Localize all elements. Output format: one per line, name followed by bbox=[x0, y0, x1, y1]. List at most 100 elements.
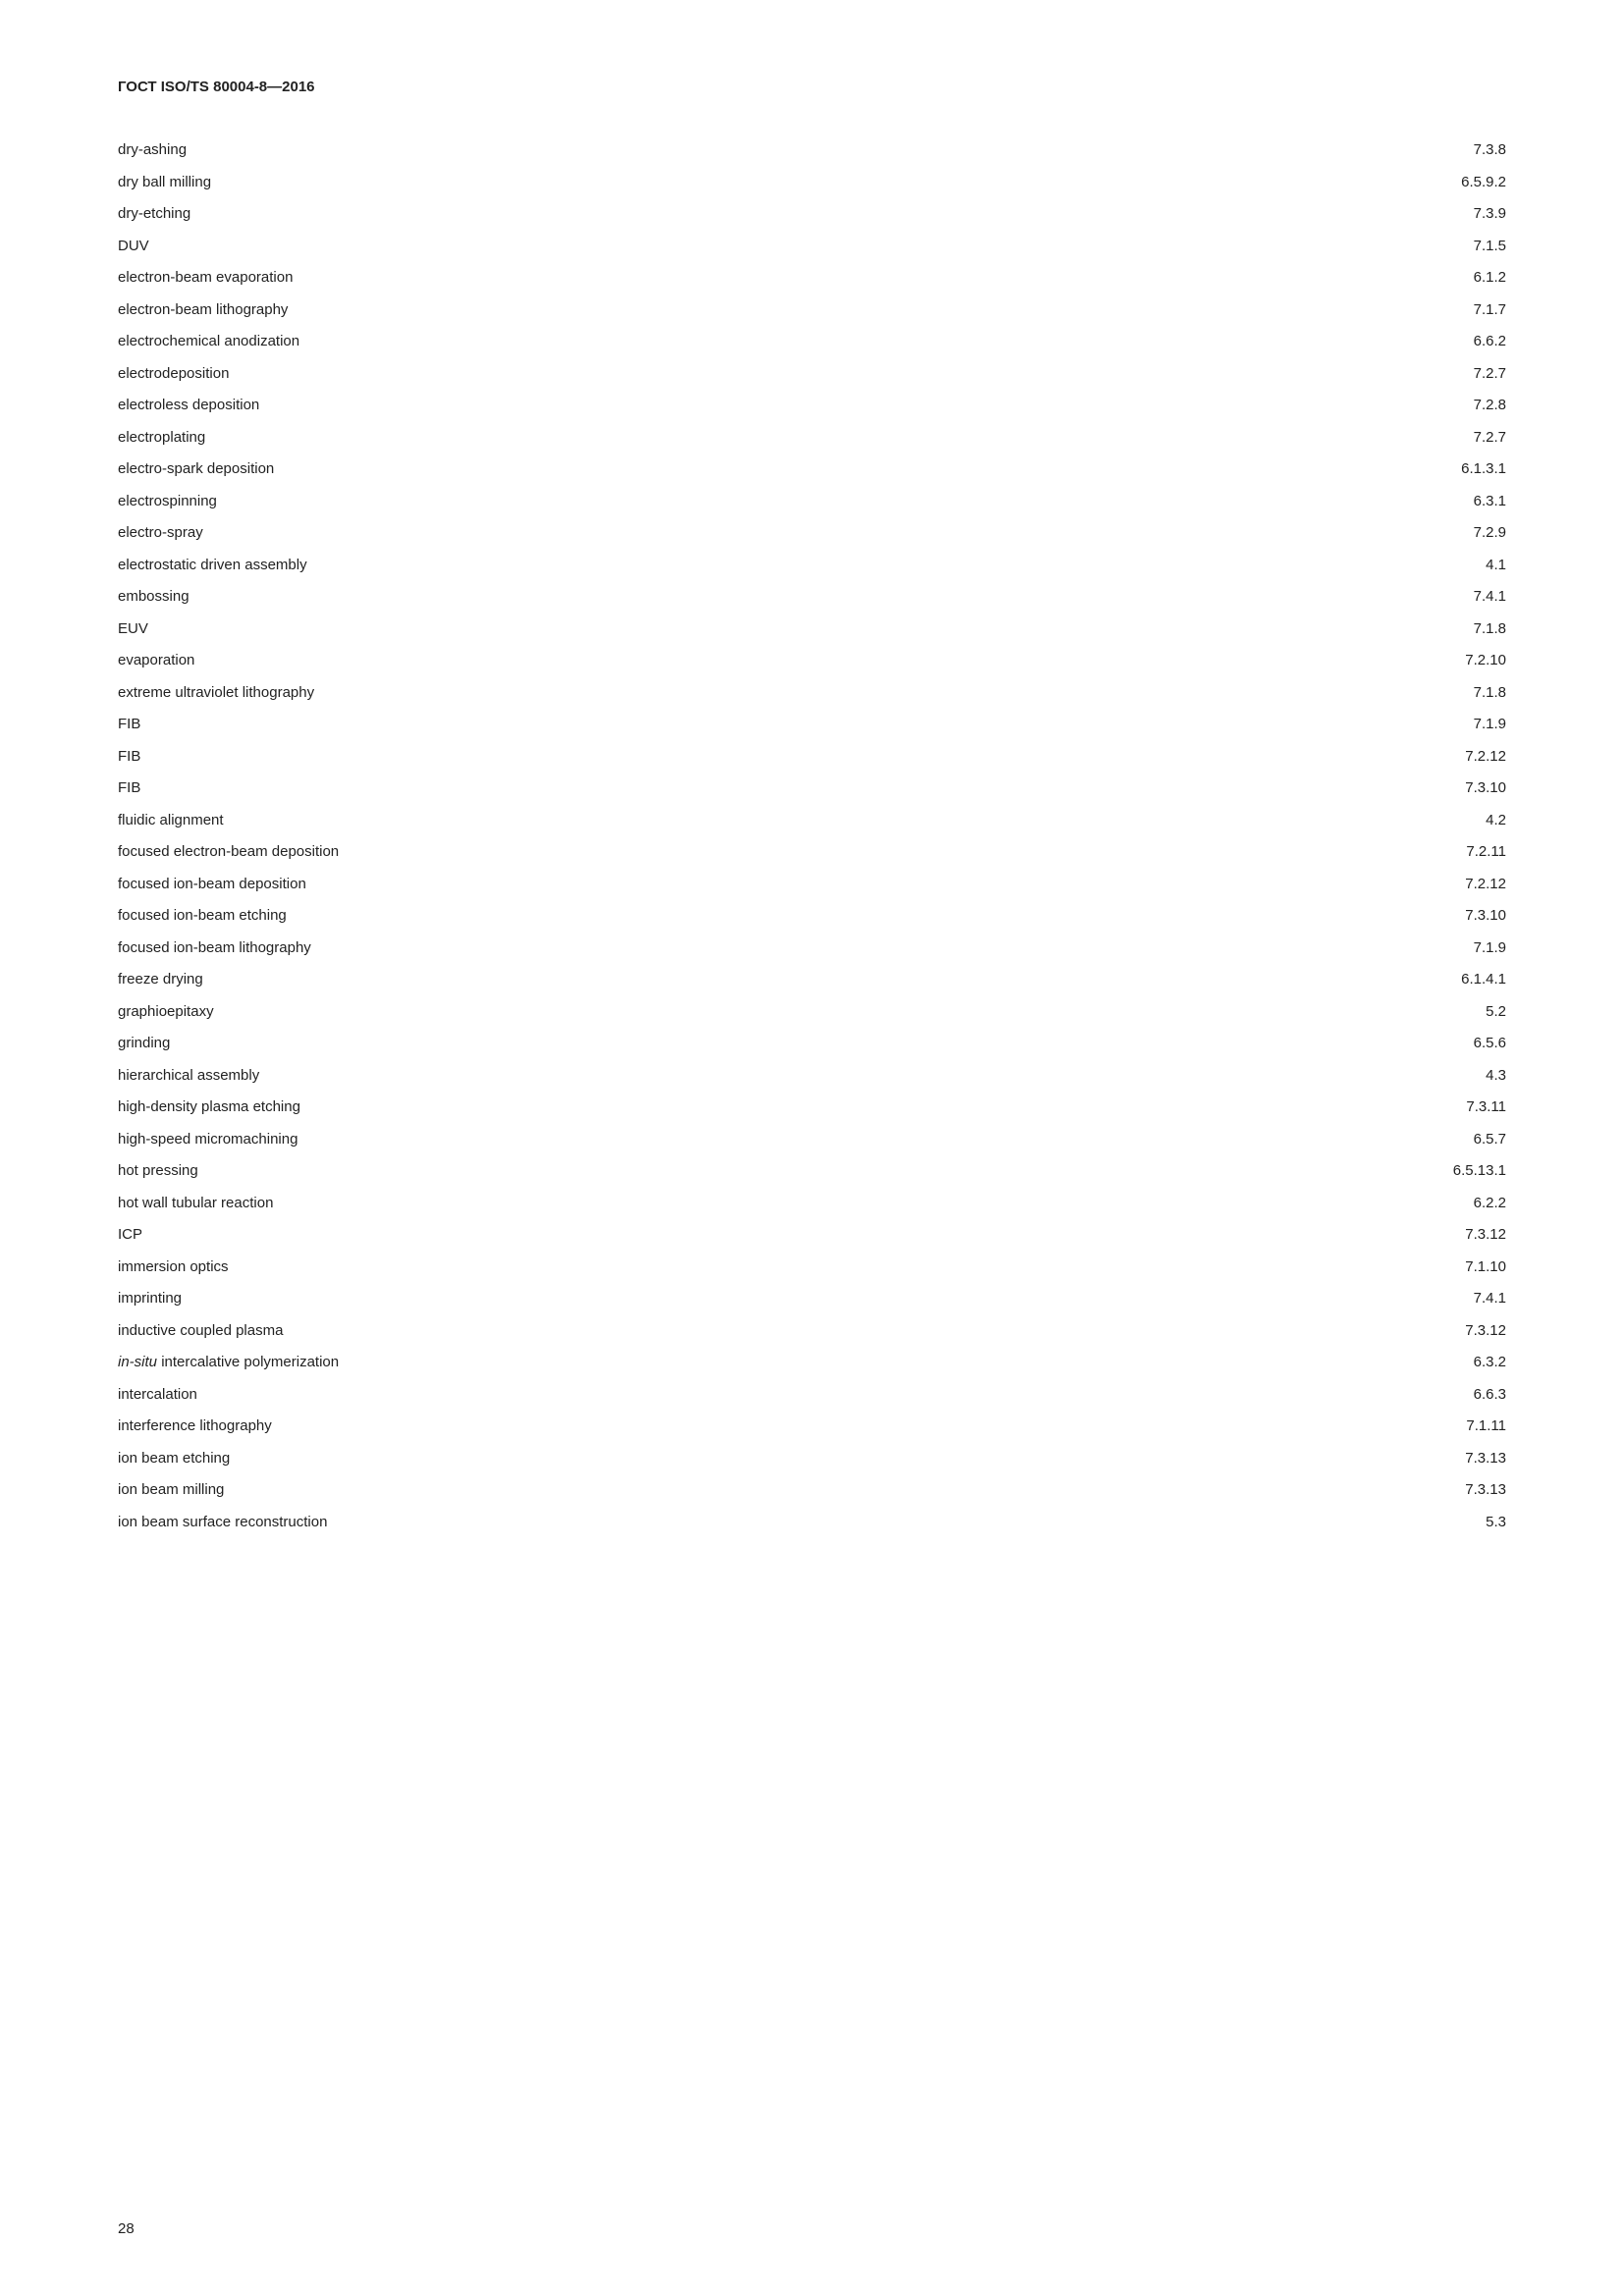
table-row: hot pressing6.5.13.1 bbox=[118, 1155, 1506, 1188]
table-row: embossing7.4.1 bbox=[118, 581, 1506, 614]
ref-cell: 4.3 bbox=[1090, 1060, 1506, 1093]
term-cell: focused electron-beam deposition bbox=[118, 836, 1090, 869]
term-cell: evaporation bbox=[118, 645, 1090, 677]
term-cell: ion beam milling bbox=[118, 1474, 1090, 1507]
page-number: 28 bbox=[118, 2220, 135, 2237]
table-row: FIB7.3.10 bbox=[118, 773, 1506, 805]
term-cell: fluidic alignment bbox=[118, 805, 1090, 837]
table-row: electroplating7.2.7 bbox=[118, 422, 1506, 454]
ref-cell: 7.3.12 bbox=[1090, 1219, 1506, 1252]
ref-cell: 6.1.2 bbox=[1090, 262, 1506, 294]
table-row: intercalation6.6.3 bbox=[118, 1379, 1506, 1412]
ref-cell: 6.1.3.1 bbox=[1090, 454, 1506, 486]
term-cell: electro-spark deposition bbox=[118, 454, 1090, 486]
ref-cell: 7.3.10 bbox=[1090, 900, 1506, 933]
ref-cell: 7.2.9 bbox=[1090, 517, 1506, 550]
table-row: inductive coupled plasma7.3.12 bbox=[118, 1315, 1506, 1348]
ref-cell: 7.2.7 bbox=[1090, 358, 1506, 391]
table-row: graphioepitaxy5.2 bbox=[118, 996, 1506, 1029]
ref-cell: 6.6.2 bbox=[1090, 326, 1506, 358]
table-row: ion beam milling7.3.13 bbox=[118, 1474, 1506, 1507]
table-row: electrostatic driven assembly4.1 bbox=[118, 550, 1506, 582]
table-row: electron-beam lithography7.1.7 bbox=[118, 294, 1506, 327]
term-cell: EUV bbox=[118, 614, 1090, 646]
term-cell: extreme ultraviolet lithography bbox=[118, 677, 1090, 710]
ref-cell: 7.1.8 bbox=[1090, 614, 1506, 646]
term-cell: graphioepitaxy bbox=[118, 996, 1090, 1029]
table-row: ion beam etching7.3.13 bbox=[118, 1443, 1506, 1475]
page: ГОСТ ISO/TS 80004-8—2016 dry-ashing7.3.8… bbox=[0, 0, 1624, 2296]
table-row: hot wall tubular reaction6.2.2 bbox=[118, 1188, 1506, 1220]
table-row: dry-etching7.3.9 bbox=[118, 198, 1506, 231]
ref-cell: 7.3.13 bbox=[1090, 1474, 1506, 1507]
table-row: dry-ashing7.3.8 bbox=[118, 134, 1506, 167]
ref-cell: 6.3.1 bbox=[1090, 486, 1506, 518]
table-row: electrochemical anodization6.6.2 bbox=[118, 326, 1506, 358]
term-cell: electroless deposition bbox=[118, 390, 1090, 422]
ref-cell: 6.5.9.2 bbox=[1090, 167, 1506, 199]
term-cell: interference lithography bbox=[118, 1411, 1090, 1443]
term-cell: electron-beam lithography bbox=[118, 294, 1090, 327]
ref-cell: 7.1.10 bbox=[1090, 1252, 1506, 1284]
term-cell: immersion optics bbox=[118, 1252, 1090, 1284]
term-cell: dry ball milling bbox=[118, 167, 1090, 199]
table-row: focused ion-beam etching7.3.10 bbox=[118, 900, 1506, 933]
table-row: ion beam surface reconstruction5.3 bbox=[118, 1507, 1506, 1539]
table-row: focused ion-beam lithography7.1.9 bbox=[118, 933, 1506, 965]
ref-cell: 7.1.8 bbox=[1090, 677, 1506, 710]
ref-cell: 4.2 bbox=[1090, 805, 1506, 837]
ref-cell: 7.1.5 bbox=[1090, 231, 1506, 263]
term-cell: dry-ashing bbox=[118, 134, 1090, 167]
table-row: electron-beam evaporation6.1.2 bbox=[118, 262, 1506, 294]
term-cell: electrostatic driven assembly bbox=[118, 550, 1090, 582]
term-cell: dry-etching bbox=[118, 198, 1090, 231]
table-row: electro-spray7.2.9 bbox=[118, 517, 1506, 550]
ref-cell: 7.1.9 bbox=[1090, 933, 1506, 965]
ref-cell: 7.3.12 bbox=[1090, 1315, 1506, 1348]
ref-cell: 7.3.9 bbox=[1090, 198, 1506, 231]
term-cell: electrochemical anodization bbox=[118, 326, 1090, 358]
term-cell: DUV bbox=[118, 231, 1090, 263]
term-cell: hot wall tubular reaction bbox=[118, 1188, 1090, 1220]
term-cell: focused ion-beam etching bbox=[118, 900, 1090, 933]
table-row: electro-spark deposition6.1.3.1 bbox=[118, 454, 1506, 486]
term-cell: electro-spray bbox=[118, 517, 1090, 550]
term-cell: high-density plasma etching bbox=[118, 1092, 1090, 1124]
table-row: focused electron-beam deposition7.2.11 bbox=[118, 836, 1506, 869]
ref-cell: 7.1.9 bbox=[1090, 709, 1506, 741]
term-cell: hot pressing bbox=[118, 1155, 1090, 1188]
table-row: evaporation7.2.10 bbox=[118, 645, 1506, 677]
table-row: imprinting7.4.1 bbox=[118, 1283, 1506, 1315]
ref-cell: 6.6.3 bbox=[1090, 1379, 1506, 1412]
term-cell: ion beam surface reconstruction bbox=[118, 1507, 1090, 1539]
ref-cell: 7.2.12 bbox=[1090, 741, 1506, 774]
term-cell: FIB bbox=[118, 741, 1090, 774]
ref-cell: 7.4.1 bbox=[1090, 1283, 1506, 1315]
ref-cell: 7.3.13 bbox=[1090, 1443, 1506, 1475]
term-cell: embossing bbox=[118, 581, 1090, 614]
ref-cell: 5.3 bbox=[1090, 1507, 1506, 1539]
ref-cell: 7.2.10 bbox=[1090, 645, 1506, 677]
term-cell: hierarchical assembly bbox=[118, 1060, 1090, 1093]
term-cell: FIB bbox=[118, 709, 1090, 741]
table-row: fluidic alignment4.2 bbox=[118, 805, 1506, 837]
term-cell: ICP bbox=[118, 1219, 1090, 1252]
term-cell: inductive coupled plasma bbox=[118, 1315, 1090, 1348]
ref-cell: 5.2 bbox=[1090, 996, 1506, 1029]
table-row: electrodeposition7.2.7 bbox=[118, 358, 1506, 391]
term-cell: freeze drying bbox=[118, 964, 1090, 996]
ref-cell: 7.3.8 bbox=[1090, 134, 1506, 167]
table-row: immersion optics7.1.10 bbox=[118, 1252, 1506, 1284]
table-row: freeze drying6.1.4.1 bbox=[118, 964, 1506, 996]
term-cell: focused ion-beam lithography bbox=[118, 933, 1090, 965]
index-table: dry-ashing7.3.8dry ball milling6.5.9.2dr… bbox=[118, 134, 1506, 1538]
table-row: ICP7.3.12 bbox=[118, 1219, 1506, 1252]
table-row: EUV7.1.8 bbox=[118, 614, 1506, 646]
term-cell: focused ion-beam deposition bbox=[118, 869, 1090, 901]
ref-cell: 7.1.7 bbox=[1090, 294, 1506, 327]
ref-cell: 6.5.13.1 bbox=[1090, 1155, 1506, 1188]
term-cell: imprinting bbox=[118, 1283, 1090, 1315]
table-row: focused ion-beam deposition7.2.12 bbox=[118, 869, 1506, 901]
table-row: electroless deposition7.2.8 bbox=[118, 390, 1506, 422]
ref-cell: 7.2.11 bbox=[1090, 836, 1506, 869]
